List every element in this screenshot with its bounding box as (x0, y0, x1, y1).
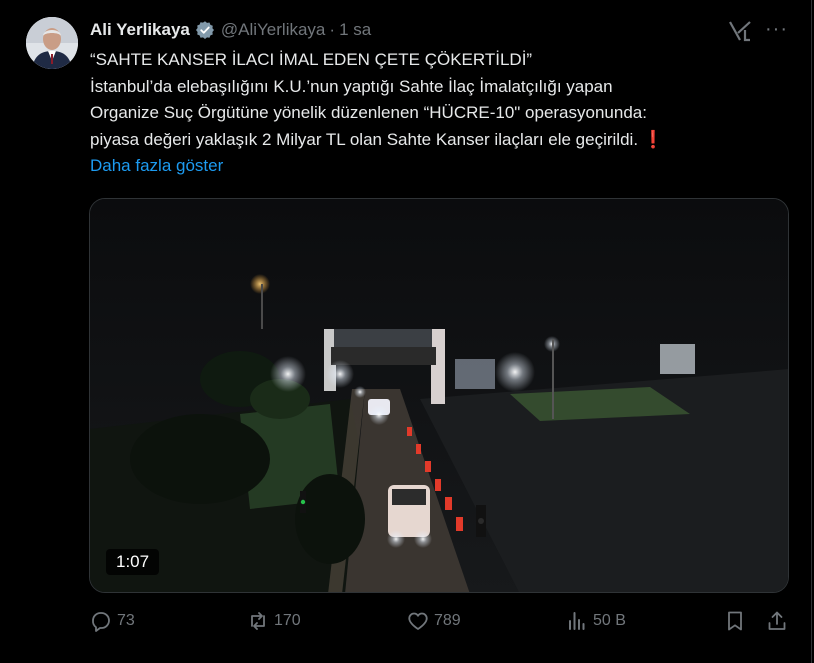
post-text-line: Organize Suç Örgütüne yönelik düzenlenen… (90, 103, 647, 122)
reply-icon (92, 612, 110, 632)
post[interactable]: Ali Yerlikaya @AliYerlikaya · 1 sa ··· “… (0, 0, 812, 663)
post-header: Ali Yerlikaya @AliYerlikaya · 1 sa (90, 18, 371, 42)
view-count: 50 B (593, 612, 626, 629)
share-icon (768, 611, 786, 630)
author-handle[interactable]: @AliYerlikaya (221, 20, 326, 40)
repost-count: 170 (274, 612, 301, 629)
like-button[interactable]: 789 (406, 609, 461, 633)
bookmark-icon (728, 611, 742, 631)
video-thumbnail (90, 199, 788, 592)
post-text-line-last: piyasa değeri yaklaşık 2 Milyar TL olan … (90, 127, 790, 154)
post-time[interactable]: 1 sa (339, 20, 371, 40)
post-text-line: “SAHTE KANSER İLACI İMAL EDEN ÇETE ÇÖKER… (90, 50, 533, 69)
post-text: “SAHTE KANSER İLACI İMAL EDEN ÇETE ÇÖKER… (90, 47, 790, 180)
post-text-line: İstanbul’da elebaşılığını K.U.’nun yaptı… (90, 76, 613, 96)
more-options-icon[interactable]: ··· (765, 18, 788, 41)
show-more-link[interactable]: Daha fazla göster (90, 156, 223, 175)
video-player[interactable]: 1:07 (89, 198, 789, 593)
bookmark-button[interactable] (723, 609, 751, 633)
repost-button[interactable]: 170 (246, 609, 301, 633)
avatar[interactable] (26, 17, 78, 69)
reply-count: 73 (117, 612, 135, 629)
separator-dot: · (329, 20, 336, 39)
grok-icon[interactable] (727, 19, 753, 43)
avatar-image (26, 17, 78, 69)
action-bar: 73 170 789 50 B (89, 609, 791, 637)
author-name[interactable]: Ali Yerlikaya (90, 20, 190, 40)
reply-button[interactable]: 73 (89, 609, 135, 633)
like-count: 789 (434, 612, 461, 629)
post-text-line: piyasa değeri yaklaşık 2 Milyar TL olan … (90, 129, 639, 149)
heart-icon (408, 612, 428, 630)
video-duration-badge: 1:07 (106, 549, 160, 575)
share-button[interactable] (765, 609, 793, 633)
verified-badge-icon[interactable] (195, 20, 215, 40)
views-button[interactable]: 50 B (565, 609, 626, 633)
repost-icon (251, 612, 265, 630)
analytics-icon (569, 612, 585, 630)
exclamation-emoji: ❗ (642, 129, 664, 149)
